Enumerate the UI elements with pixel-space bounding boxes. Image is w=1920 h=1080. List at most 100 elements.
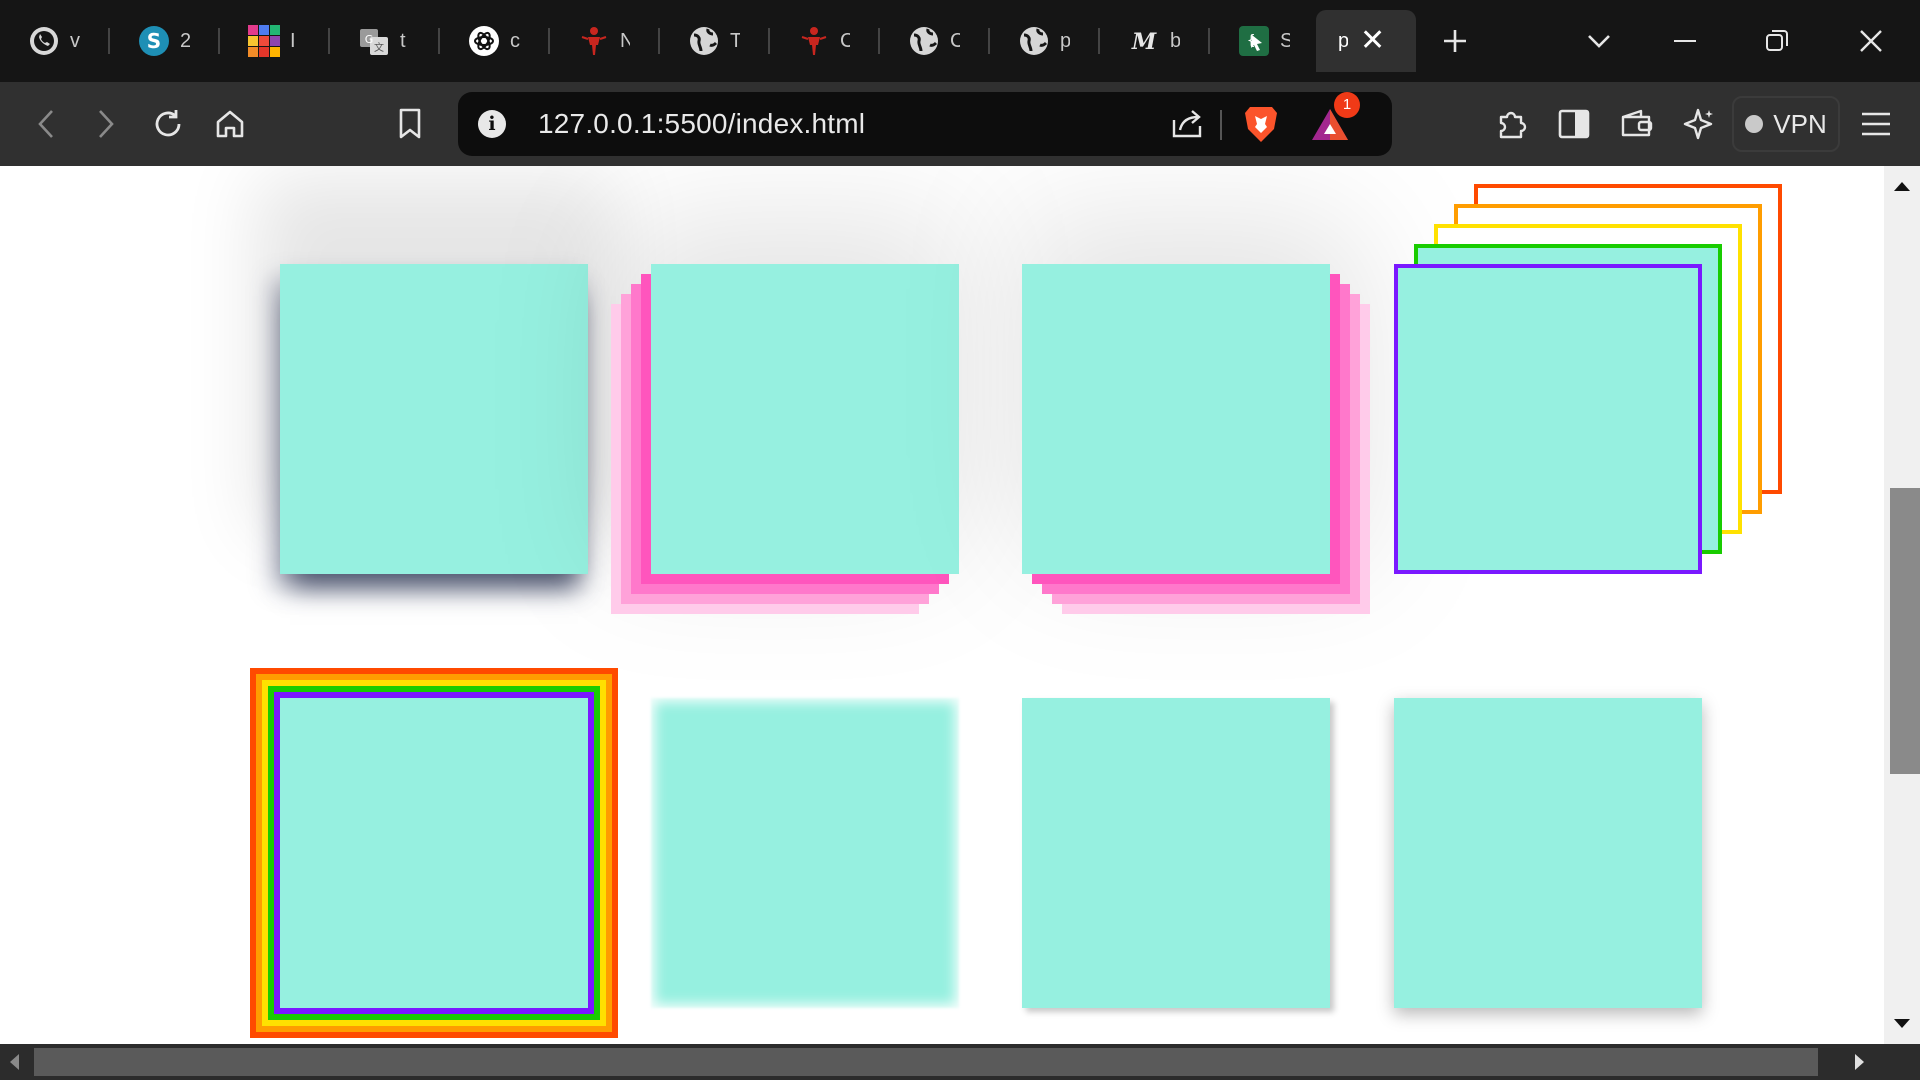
- plus-icon: [1444, 30, 1466, 52]
- wallet-button[interactable]: [1614, 102, 1658, 146]
- svg-text:文: 文: [374, 41, 384, 54]
- scroll-left-arrow-icon[interactable]: [10, 1054, 19, 1070]
- rewards-badge: 1: [1334, 92, 1360, 118]
- brave-shields-icon[interactable]: [1242, 104, 1280, 148]
- tab-title: I: [290, 29, 296, 52]
- tab-title: c: [510, 29, 520, 52]
- tab-skype[interactable]: S 2: [110, 10, 220, 72]
- restore-button[interactable]: [1754, 18, 1800, 64]
- tab-title: N: [620, 29, 630, 52]
- scroll-up-arrow-icon[interactable]: [1894, 182, 1910, 191]
- shadow-box-6: [651, 698, 959, 1008]
- minimize-button[interactable]: [1662, 18, 1708, 64]
- red-figure-icon: [578, 25, 610, 57]
- svg-text:S: S: [147, 29, 161, 53]
- tab-title: p: [1060, 29, 1070, 52]
- tab-title: 2: [180, 29, 190, 52]
- tab-google-translate[interactable]: G文 t: [330, 10, 440, 72]
- home-icon: [216, 110, 244, 138]
- medium-icon: M: [1128, 25, 1160, 57]
- home-button[interactable]: [208, 102, 252, 146]
- tab-title: T: [730, 29, 740, 52]
- bookmark-icon: [399, 108, 421, 139]
- new-tab-button[interactable]: [1432, 18, 1478, 64]
- scrollbar-corner: [1884, 1044, 1920, 1080]
- shadow-box-3: [1022, 264, 1330, 574]
- reload-button[interactable]: [146, 102, 190, 146]
- tab-title: t: [400, 29, 406, 52]
- sidebar-button[interactable]: [1552, 102, 1596, 146]
- tab-search-button[interactable]: [1576, 18, 1622, 64]
- horizontal-scrollbar[interactable]: [0, 1044, 1884, 1080]
- share-icon[interactable]: [1170, 106, 1204, 144]
- code-cursor-icon: {: [1238, 25, 1270, 57]
- tab-whatsapp[interactable]: v: [0, 10, 110, 72]
- tab-title: b: [1170, 29, 1180, 52]
- vpn-label: VPN: [1773, 108, 1827, 139]
- vpn-status-icon: [1745, 115, 1764, 133]
- close-window-button[interactable]: [1848, 18, 1894, 64]
- extensions-button[interactable]: [1490, 102, 1534, 146]
- svg-text:M: M: [1131, 29, 1157, 55]
- close-tab-icon[interactable]: ✕: [1360, 26, 1385, 56]
- scroll-right-arrow-icon[interactable]: [1855, 1054, 1864, 1070]
- sidebar-icon: [1558, 109, 1590, 139]
- shadow-box-2: [651, 264, 959, 574]
- tab-title: p: [1338, 29, 1348, 52]
- puzzle-icon: [1499, 111, 1527, 139]
- forward-button[interactable]: [84, 102, 128, 146]
- tab-color-grid[interactable]: I: [220, 10, 330, 72]
- url-divider: [1220, 110, 1222, 140]
- shadow-box-5: [280, 698, 588, 1008]
- chatgpt-icon: [468, 25, 500, 57]
- svg-text:G: G: [365, 33, 374, 46]
- shadow-box-8: [1394, 698, 1702, 1008]
- bookmark-button[interactable]: [388, 102, 432, 146]
- chevron-down-icon: [1588, 35, 1610, 48]
- globe-icon: [908, 25, 940, 57]
- sparkle-icon: [1683, 108, 1713, 140]
- tab-title: C: [950, 29, 960, 52]
- reload-icon: [155, 110, 181, 137]
- chevron-left-icon: [38, 110, 53, 138]
- whatsapp-icon: [28, 25, 60, 57]
- tab-red-figure-2[interactable]: C: [770, 10, 880, 72]
- tab-strip: v S 2 I G文 t c N T C C p M b {S p ✕: [0, 0, 1920, 82]
- page-viewport: [0, 166, 1884, 1044]
- url-text[interactable]: 127.0.0.1:5500/index.html: [538, 108, 865, 140]
- vertical-scrollbar[interactable]: [1884, 166, 1920, 1044]
- tab-globe-3[interactable]: p: [990, 10, 1100, 72]
- back-button[interactable]: [24, 102, 68, 146]
- tab-globe-2[interactable]: C: [880, 10, 990, 72]
- shadow-box-7: [1022, 698, 1330, 1008]
- minimize-icon: [1674, 40, 1696, 42]
- info-icon[interactable]: i: [478, 110, 506, 138]
- color-grid-icon: [248, 25, 280, 57]
- wallet-icon: [1621, 109, 1653, 137]
- vpn-button[interactable]: VPN: [1732, 96, 1840, 152]
- tab-globe-1[interactable]: T: [660, 10, 770, 72]
- scroll-down-arrow-icon[interactable]: [1894, 1019, 1910, 1028]
- globe-icon: [1018, 25, 1050, 57]
- hamburger-menu-icon: [1862, 112, 1890, 136]
- vertical-scroll-thumb[interactable]: [1890, 488, 1920, 774]
- tab-title: S: [1280, 29, 1290, 52]
- horizontal-scroll-thumb[interactable]: [34, 1048, 1818, 1076]
- red-figure-icon: [798, 25, 830, 57]
- close-icon: [1860, 30, 1882, 52]
- shadow-box-4: [1394, 264, 1702, 574]
- tab-title: C: [840, 29, 850, 52]
- chevron-right-icon: [99, 110, 114, 138]
- skype-icon: S: [138, 25, 170, 57]
- tab-medium[interactable]: M b: [1100, 10, 1210, 72]
- menu-button[interactable]: [1854, 102, 1898, 146]
- globe-icon: [688, 25, 720, 57]
- tab-chatgpt[interactable]: c: [440, 10, 550, 72]
- tab-active[interactable]: p ✕: [1316, 10, 1416, 72]
- address-bar[interactable]: i 127.0.0.1:5500/index.html 1: [458, 92, 1392, 156]
- leo-ai-button[interactable]: [1676, 102, 1720, 146]
- tab-title: v: [70, 29, 80, 52]
- shadow-box-1: [280, 264, 588, 574]
- tab-code-cursor[interactable]: { S: [1210, 10, 1320, 72]
- tab-red-figure-1[interactable]: N: [550, 10, 660, 72]
